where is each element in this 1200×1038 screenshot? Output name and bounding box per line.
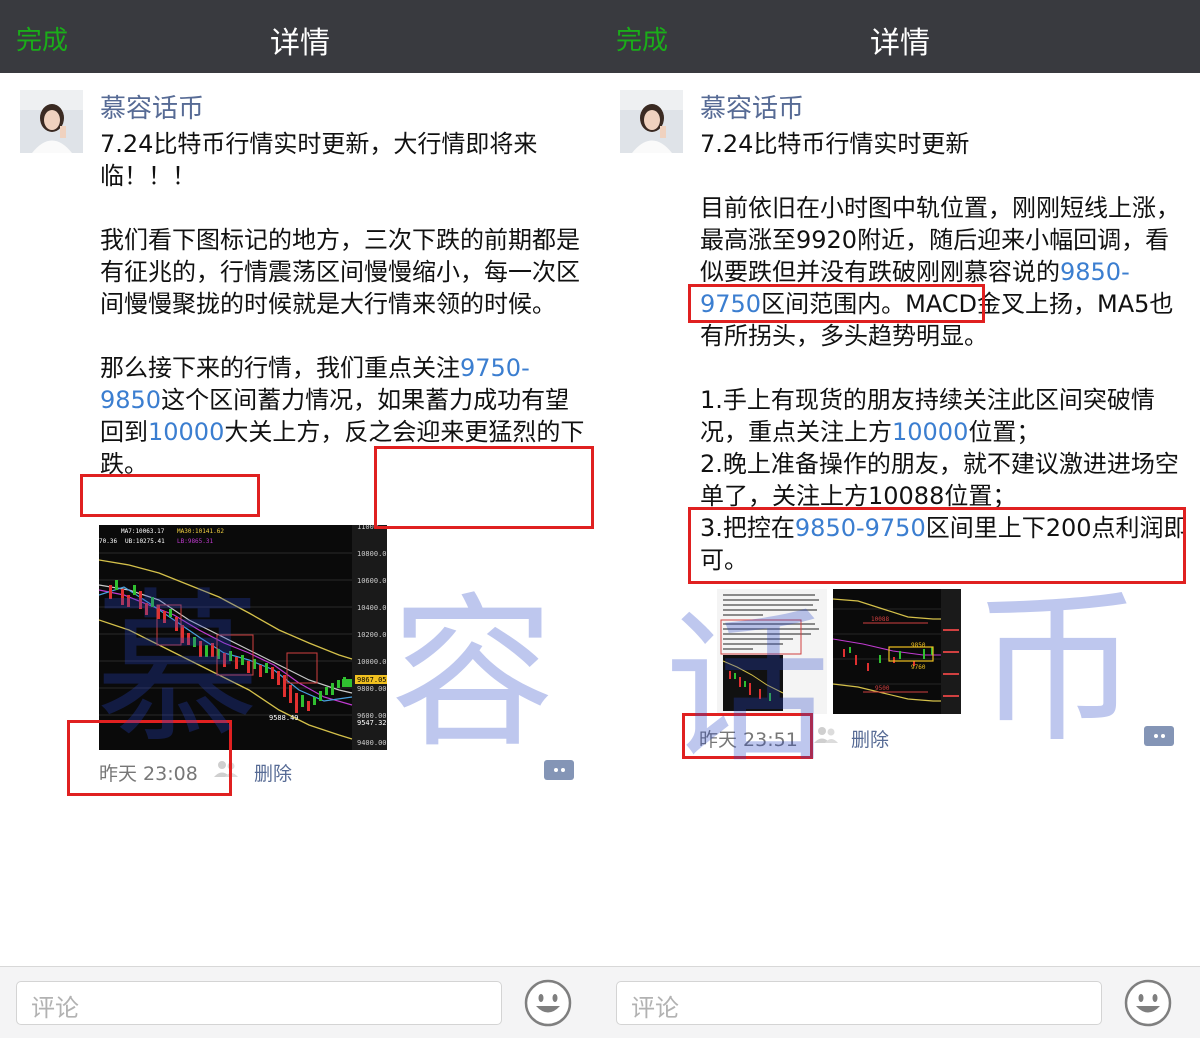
candlestick-chart: MA7:10063.17 MA30:10141.62 70.36 UB:1027… bbox=[99, 525, 387, 750]
current-price: 9867.05 bbox=[357, 676, 387, 684]
price-tick: 9800.00 bbox=[357, 685, 387, 693]
avatar[interactable] bbox=[20, 90, 83, 153]
price-tick: 10600.00 bbox=[357, 577, 387, 585]
bottom-bar: 评论 bbox=[0, 966, 600, 1038]
price-tick: 11000 bbox=[357, 525, 378, 531]
post-time: 昨天 23:08 bbox=[99, 763, 198, 785]
price-tick: 10200.00 bbox=[357, 631, 387, 639]
ub-label: UB:10275.41 bbox=[125, 538, 165, 545]
page-title: 详情 bbox=[870, 26, 930, 61]
ma-left-label: 70.36 bbox=[99, 538, 117, 545]
comment-button[interactable] bbox=[544, 760, 574, 780]
highlight-box bbox=[80, 474, 260, 517]
bottom-bar: 评论 bbox=[600, 966, 1200, 1038]
post-screenshot-thumbnail[interactable] bbox=[717, 589, 827, 714]
level-link[interactable]: 10000 bbox=[892, 418, 968, 446]
chart-thumbnail[interactable]: MA7:10063.17 MA30:10141.62 70.36 UB:1027… bbox=[99, 525, 387, 750]
ma7-label: MA7:10063.17 bbox=[121, 528, 165, 535]
comment-input[interactable]: 评论 bbox=[16, 981, 502, 1025]
post-text: 7.24比特币行情实时更新，大行情即将来临！！！ 我们看下图标记的地方，三次下跌… bbox=[100, 128, 590, 480]
candlestick-chart: 10088 9850 9760 9500 bbox=[833, 589, 961, 714]
level-label: 10088 bbox=[871, 616, 889, 623]
comment-dot bbox=[554, 768, 558, 772]
price-tick: 10800.00 bbox=[357, 550, 387, 558]
comment-dot bbox=[561, 768, 565, 772]
left-panel: 完成 详情 慕容话币 7.24比特币行情实时更新，大行情即将来临！！！ 我们看下… bbox=[0, 0, 600, 1038]
friends-icon bbox=[814, 726, 838, 748]
delete-button[interactable]: 删除 bbox=[254, 759, 292, 786]
post-text-part: 7.24比特币行情实时更新，大行情即将来临！！！ 我们看下图标记的地方，三次下跌… bbox=[100, 130, 580, 382]
chart-thumbnail[interactable]: 10088 9850 9760 9500 bbox=[833, 589, 961, 714]
right-panel: 完成 详情 慕容话币 7.24比特币行情实时更新 目前依旧在小时图中轨位置，刚刚… bbox=[600, 0, 1200, 1038]
level-label: 9500 bbox=[875, 685, 890, 692]
username[interactable]: 慕容话币 bbox=[700, 88, 804, 125]
price-tick: 9400.00 bbox=[357, 739, 387, 747]
price-tick: 10400.00 bbox=[357, 604, 387, 612]
level-label: 9850 bbox=[911, 642, 926, 649]
ma30-label: MA30:10141.62 bbox=[177, 528, 224, 535]
level-link[interactable]: 10000 bbox=[148, 418, 224, 446]
comment-button[interactable] bbox=[1144, 726, 1174, 746]
nav-bar: 完成 详情 bbox=[0, 0, 600, 73]
lb-label: LB:9865.31 bbox=[177, 538, 214, 545]
comment-dot bbox=[1161, 734, 1165, 738]
avatar[interactable] bbox=[620, 90, 683, 153]
page-title: 详情 bbox=[270, 26, 330, 61]
price-tick: 10000.00 bbox=[357, 658, 387, 666]
range-link[interactable]: 9850-9750 bbox=[795, 514, 926, 542]
emoji-icon[interactable] bbox=[1124, 979, 1172, 1027]
low-price: 9547.32 bbox=[357, 719, 387, 727]
nav-bar: 完成 详情 bbox=[600, 0, 1200, 73]
emoji-icon[interactable] bbox=[524, 979, 572, 1027]
friends-icon bbox=[214, 760, 238, 782]
post-text: 7.24比特币行情实时更新 目前依旧在小时图中轨位置，刚刚短线上涨，最高涨至99… bbox=[700, 128, 1190, 576]
comment-input[interactable]: 评论 bbox=[616, 981, 1102, 1025]
username[interactable]: 慕容话币 bbox=[100, 88, 204, 125]
post-time: 昨天 23:51 bbox=[699, 729, 798, 751]
low-label: 9588.49 bbox=[269, 714, 299, 722]
level-label: 9760 bbox=[911, 664, 926, 671]
delete-button[interactable]: 删除 bbox=[851, 725, 889, 752]
comment-dot bbox=[1154, 734, 1158, 738]
